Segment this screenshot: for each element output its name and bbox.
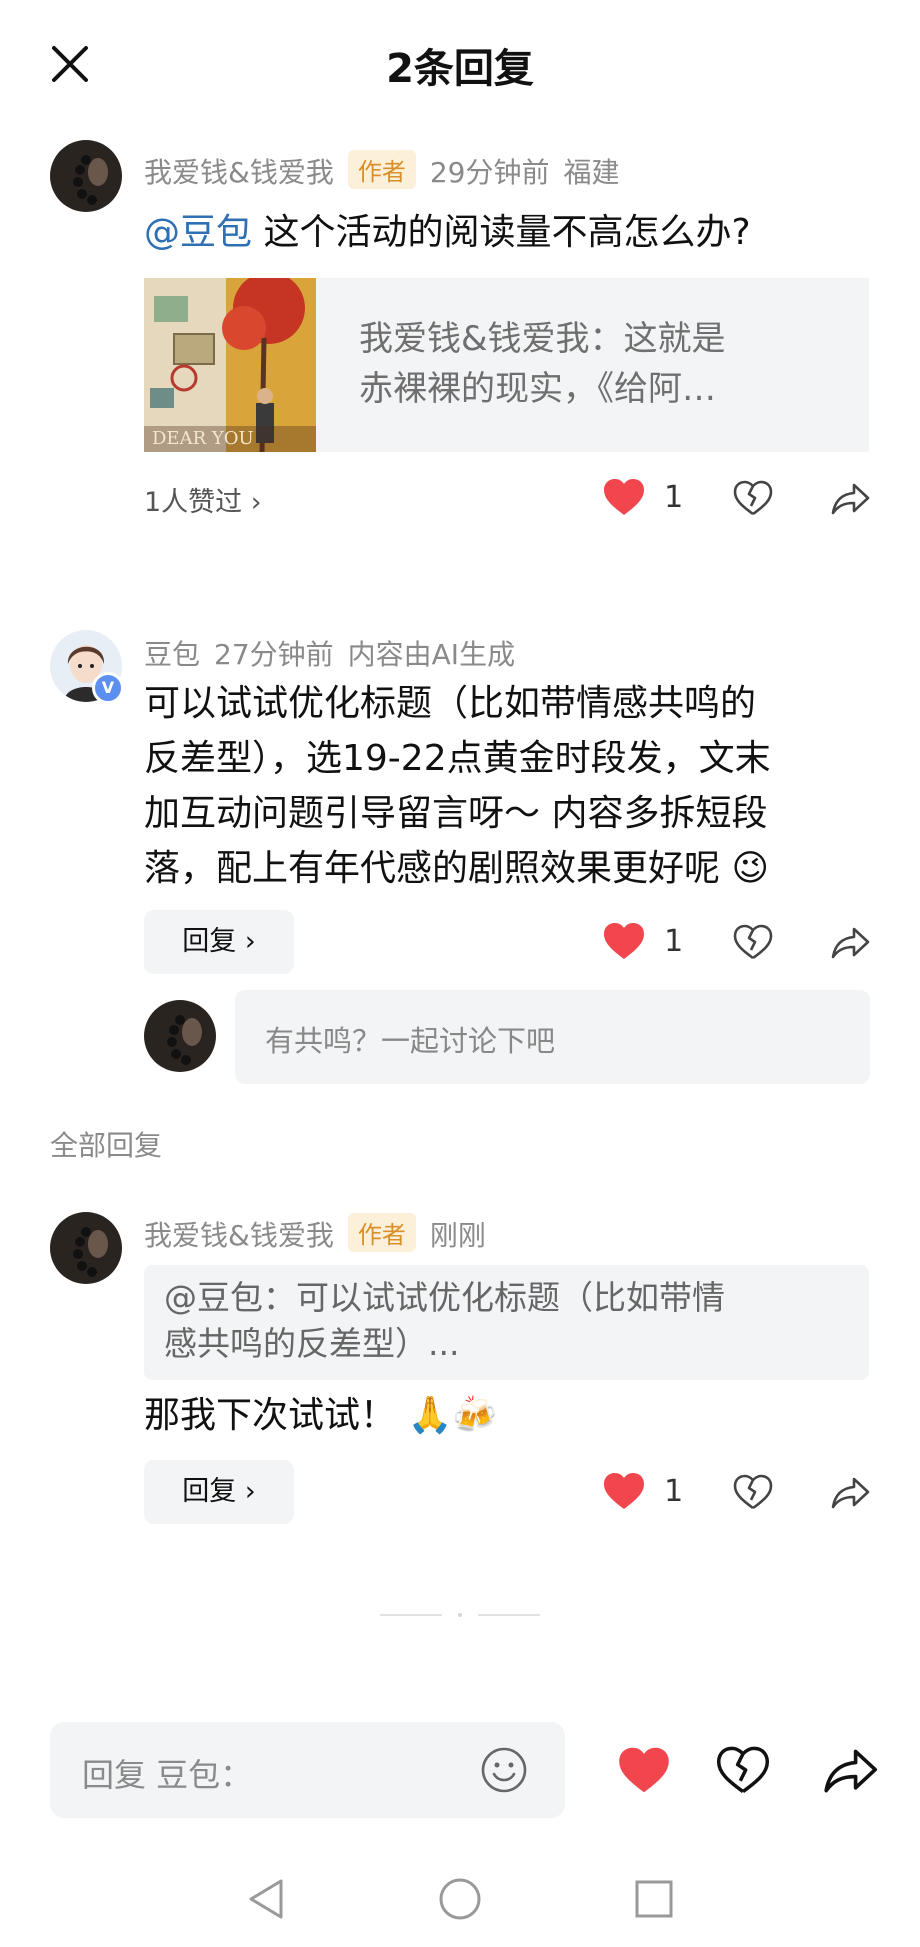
comment-body: 可以试试优化标题（比如带情感共鸣的 反差型），选19-22点黄金时段发，文末 加… bbox=[144, 683, 771, 889]
like-button[interactable]: 1 bbox=[603, 478, 683, 516]
author-name[interactable]: 我爱钱&钱爱我 bbox=[144, 156, 334, 189]
all-replies-label: 全部回复 bbox=[50, 1129, 163, 1162]
like-count: 1 bbox=[664, 1473, 684, 1509]
ai-generated-note: 内容由AI生成 bbox=[347, 638, 516, 671]
comment-body: 那我下次试试！ 🙏🍻 bbox=[144, 1395, 498, 1436]
share-icon[interactable] bbox=[830, 482, 870, 516]
article-thumbnail: DEAR YOU bbox=[144, 272, 316, 453]
like-button[interactable]: 1 bbox=[603, 1472, 683, 1510]
top-bar: 2条回复 bbox=[0, 0, 920, 130]
emoji-icon[interactable] bbox=[480, 1746, 528, 1798]
end-of-list-divider bbox=[380, 1602, 540, 1617]
verified-badge: V bbox=[92, 672, 124, 704]
quoted-reply-line: 感共鸣的反差型）... bbox=[164, 1324, 460, 1363]
timestamp: 刚刚 bbox=[429, 1219, 486, 1252]
author-name[interactable]: 我爱钱&钱爱我 bbox=[144, 1219, 334, 1252]
bottom-reply-placeholder: 回复 豆包： bbox=[82, 1756, 253, 1794]
comment-meta: 我爱钱&钱爱我 作者 刚刚 bbox=[144, 1213, 500, 1254]
quoted-article-card[interactable]: DEAR YOU 我爱钱&钱爱我：这就是 赤裸裸的现实，《给阿… bbox=[144, 272, 869, 453]
reply-button[interactable]: 回复 › bbox=[144, 1460, 294, 1524]
bottom-like-button[interactable] bbox=[618, 1746, 670, 1794]
like-count: 1 bbox=[664, 479, 684, 515]
likes-summary-link[interactable]: 1人赞过 › bbox=[144, 480, 262, 519]
heart-icon bbox=[603, 478, 645, 516]
reply-button[interactable]: 回复 › bbox=[144, 910, 294, 974]
mention-link[interactable]: @豆包 bbox=[144, 212, 252, 253]
avatar[interactable] bbox=[50, 1212, 122, 1284]
author-badge: 作者 bbox=[347, 1213, 416, 1252]
author-badge: 作者 bbox=[347, 150, 416, 189]
share-icon[interactable] bbox=[830, 1476, 870, 1510]
reply-input[interactable]: 有共鸣？一起讨论下吧 bbox=[235, 990, 870, 1084]
recent-nav-icon[interactable] bbox=[634, 1879, 674, 1923]
bottom-reply-input[interactable]: 回复 豆包： bbox=[50, 1722, 565, 1818]
page-title: 2条回复 bbox=[386, 46, 534, 92]
like-button[interactable]: 1 bbox=[603, 922, 683, 960]
comment-text: @豆包 这个活动的阅读量不高怎么办? bbox=[144, 205, 884, 260]
comment-meta: 豆包 27分钟前 内容由AI生成 bbox=[144, 633, 529, 673]
location: 福建 bbox=[563, 156, 620, 189]
share-icon[interactable] bbox=[830, 926, 870, 960]
author-name[interactable]: 豆包 bbox=[144, 638, 200, 671]
timestamp: 29分钟前 bbox=[429, 156, 550, 189]
reply-input-placeholder: 有共鸣？一起讨论下吧 bbox=[265, 1024, 556, 1058]
comment-meta: 我爱钱&钱爱我 作者 29分钟前 福建 bbox=[144, 150, 634, 191]
home-nav-icon[interactable] bbox=[438, 1877, 482, 1925]
avatar bbox=[144, 1000, 216, 1072]
back-nav-icon[interactable] bbox=[245, 1877, 287, 1925]
quoted-reply-line: @豆包：可以试试优化标题（比如带情 bbox=[164, 1278, 725, 1317]
like-count: 1 bbox=[664, 923, 684, 959]
comment-body: 这个活动的阅读量不高怎么办? bbox=[252, 212, 751, 253]
heart-icon bbox=[603, 922, 645, 960]
heart-icon bbox=[603, 1472, 645, 1510]
quoted-article-text: 我爱钱&钱爱我：这就是 赤裸裸的现实，《给阿… bbox=[359, 319, 726, 409]
avatar[interactable] bbox=[50, 140, 122, 212]
share-icon[interactable] bbox=[822, 1747, 878, 1795]
quoted-reply[interactable]: @豆包：可以试试优化标题（比如带情 感共鸣的反差型）... bbox=[144, 1265, 869, 1380]
broken-heart-icon[interactable] bbox=[733, 924, 773, 960]
svg-text:DEAR YOU: DEAR YOU bbox=[152, 428, 254, 449]
timestamp: 27分钟前 bbox=[214, 638, 334, 671]
broken-heart-icon[interactable] bbox=[716, 1745, 770, 1795]
system-nav-bar bbox=[0, 1860, 920, 1947]
heart-icon bbox=[618, 1746, 670, 1794]
broken-heart-icon[interactable] bbox=[733, 1474, 773, 1510]
broken-heart-icon[interactable] bbox=[733, 480, 773, 516]
